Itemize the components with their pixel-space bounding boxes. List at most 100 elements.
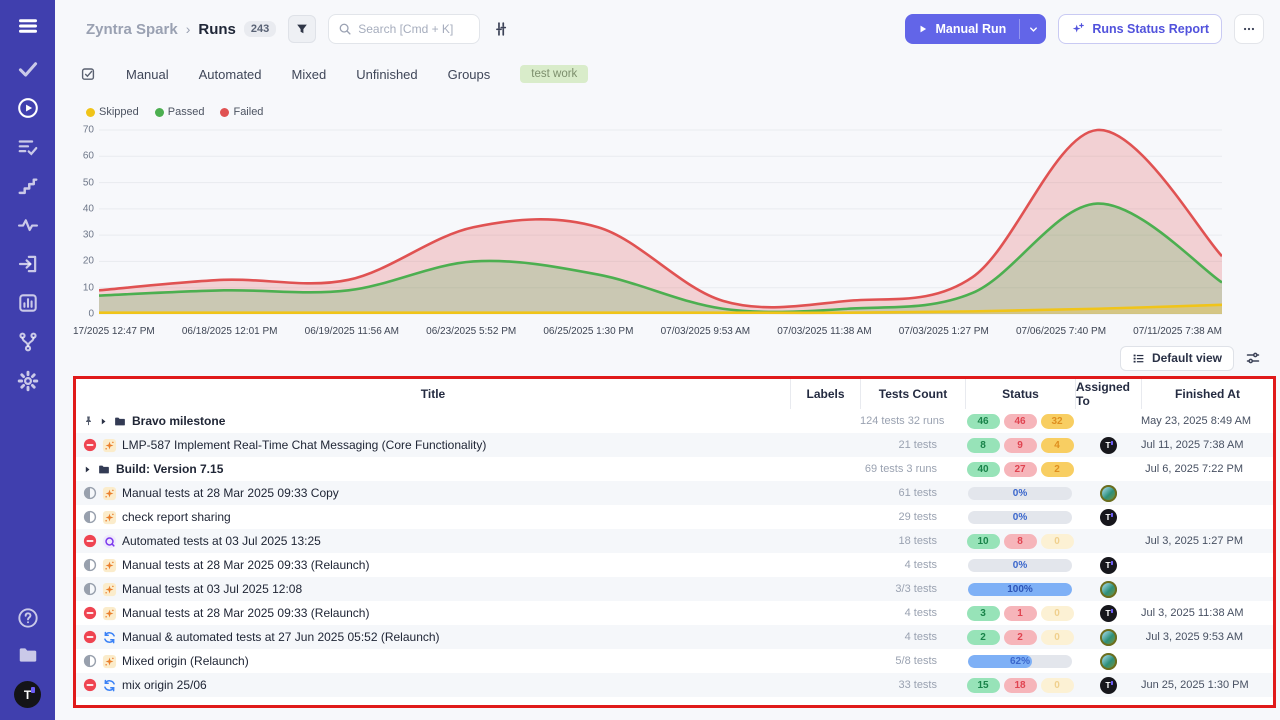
run-title[interactable]: Mixed origin (Relaunch): [122, 654, 249, 668]
failed-badge: 18: [1004, 678, 1037, 693]
list-check-icon[interactable]: [17, 136, 39, 158]
table-row[interactable]: Manual tests at 28 Mar 2025 09:33 (Relau…: [76, 601, 1273, 625]
default-view-button[interactable]: Default view: [1120, 346, 1234, 371]
column-header-tests-count[interactable]: Tests Count: [860, 379, 965, 409]
assignee-avatar[interactable]: [1100, 581, 1117, 598]
run-title-cell[interactable]: LMP-587 Implement Real-Time Chat Messagi…: [76, 438, 790, 453]
run-title-cell[interactable]: Bravo milestone: [76, 414, 790, 428]
run-title[interactable]: Manual tests at 28 Mar 2025 09:33 (Relau…: [122, 606, 369, 620]
assignee-avatar[interactable]: T: [1100, 509, 1117, 526]
tab-unfinished[interactable]: Unfinished: [356, 67, 417, 82]
status-cell: 310: [965, 606, 1075, 621]
assignee-avatar[interactable]: T: [1100, 437, 1117, 454]
assigned-to-cell: T: [1075, 509, 1141, 526]
tag-test-work[interactable]: test work: [520, 65, 588, 83]
filter-button[interactable]: [288, 15, 316, 43]
tab-mixed[interactable]: Mixed: [292, 67, 327, 82]
hamburger-menu-icon[interactable]: [16, 14, 40, 38]
table-row[interactable]: Build: Version 7.1569 tests 3 runs40272J…: [76, 457, 1273, 481]
branch-icon[interactable]: [17, 331, 39, 353]
manual-run-dropdown[interactable]: [1020, 14, 1046, 44]
skipped-badge: 0: [1041, 630, 1074, 645]
table-row[interactable]: Manual tests at 28 Mar 2025 09:33 Copy61…: [76, 481, 1273, 505]
run-title-cell[interactable]: Build: Version 7.15: [76, 462, 790, 476]
folder-icon[interactable]: [17, 644, 39, 666]
run-title-cell[interactable]: Automated tests at 03 Jul 2025 13:25: [76, 534, 790, 549]
table-row[interactable]: Automated tests at 03 Jul 2025 13:25 18 t…: [76, 529, 1273, 553]
tab-manual[interactable]: Manual: [126, 67, 169, 82]
run-title[interactable]: Build: Version 7.15: [116, 462, 223, 476]
table-row[interactable]: Mixed origin (Relaunch)5/8 tests62%: [76, 649, 1273, 673]
assignee-avatar[interactable]: [1100, 629, 1117, 646]
assignee-avatar[interactable]: T: [1100, 557, 1117, 574]
run-title[interactable]: LMP-587 Implement Real-Time Chat Messagi…: [122, 438, 486, 452]
run-title[interactable]: check report sharing: [122, 510, 231, 524]
gear-icon[interactable]: [17, 370, 39, 392]
user-avatar[interactable]: T: [14, 681, 41, 708]
run-title-cell[interactable]: Manual & automated tests at 27 Jun 2025 …: [76, 630, 790, 645]
y-tick-label: 60: [83, 151, 94, 162]
stairs-icon[interactable]: [17, 175, 39, 197]
run-title[interactable]: Manual tests at 28 Mar 2025 09:33 (Relau…: [122, 558, 369, 572]
import-icon[interactable]: [17, 253, 39, 275]
x-tick-label: 07/06/2025 7:40 PM: [1016, 326, 1106, 340]
legend-passed[interactable]: Passed: [155, 106, 205, 118]
breadcrumb-project[interactable]: Zyntra Spark: [86, 21, 178, 38]
run-title-cell[interactable]: check report sharing: [76, 510, 790, 525]
run-title[interactable]: Bravo milestone: [132, 414, 225, 428]
run-title-cell[interactable]: Manual tests at 03 Jul 2025 12:08: [76, 582, 790, 597]
finished-at-cell: Jul 3, 2025 11:38 AM: [1141, 607, 1273, 619]
run-title[interactable]: Automated tests at 03 Jul 2025 13:25: [122, 534, 321, 548]
column-header-labels[interactable]: Labels: [790, 379, 860, 409]
legend-skipped[interactable]: Skipped: [86, 106, 139, 118]
run-title-cell[interactable]: Manual tests at 28 Mar 2025 09:33 (Relau…: [76, 558, 790, 573]
run-title-cell[interactable]: Manual tests at 28 Mar 2025 09:33 Copy: [76, 486, 790, 501]
more-actions-button[interactable]: [1234, 14, 1264, 44]
status-cell: 62%: [965, 655, 1075, 668]
run-title-cell[interactable]: mix origin 25/06: [76, 678, 790, 693]
assignee-avatar[interactable]: [1100, 653, 1117, 670]
bar-chart-icon[interactable]: [17, 292, 39, 314]
tests-count-cell: 29 tests: [860, 511, 965, 523]
table-row[interactable]: Manual tests at 03 Jul 2025 12:083/3 tes…: [76, 577, 1273, 601]
runs-status-report-button[interactable]: Runs Status Report: [1058, 14, 1222, 44]
column-header-assigned-to[interactable]: Assigned To: [1075, 379, 1141, 409]
tab-groups[interactable]: Groups: [448, 67, 491, 82]
table-row[interactable]: Manual tests at 28 Mar 2025 09:33 (Relau…: [76, 553, 1273, 577]
select-runs-icon[interactable]: [80, 66, 96, 82]
play-icon: [918, 24, 928, 34]
table-row[interactable]: Bravo milestone124 tests 32 runs464632Ma…: [76, 409, 1273, 433]
table-row[interactable]: check report sharing29 tests0%T: [76, 505, 1273, 529]
help-icon[interactable]: [17, 607, 39, 629]
assignee-avatar[interactable]: [1100, 485, 1117, 502]
column-header-status[interactable]: Status: [965, 379, 1075, 409]
play-circle-icon[interactable]: [17, 97, 39, 119]
expand-chevron-icon[interactable]: [99, 417, 108, 426]
table-settings-icon[interactable]: [1245, 350, 1261, 366]
run-title[interactable]: mix origin 25/06: [122, 678, 207, 692]
run-title-cell[interactable]: Manual tests at 28 Mar 2025 09:33 (Relau…: [76, 606, 790, 621]
run-title[interactable]: Manual tests at 28 Mar 2025 09:33 Copy: [122, 486, 339, 500]
chart-plot[interactable]: [99, 122, 1222, 320]
table-row[interactable]: mix origin 25/0633 tests15180TJun 25, 20…: [76, 673, 1273, 697]
expand-chevron-icon[interactable]: [83, 465, 92, 474]
pulse-icon[interactable]: [17, 214, 39, 236]
assignee-avatar[interactable]: T: [1100, 677, 1117, 694]
check-icon[interactable]: [17, 58, 39, 80]
progress-bar: 0%: [968, 559, 1072, 572]
tab-automated[interactable]: Automated: [199, 67, 262, 82]
manual-run-button[interactable]: Manual Run: [905, 14, 1046, 44]
adjustments-icon[interactable]: [492, 20, 510, 38]
legend-failed[interactable]: Failed: [220, 106, 263, 118]
search-input[interactable]: [358, 22, 470, 36]
table-row[interactable]: Manual & automated tests at 27 Jun 2025 …: [76, 625, 1273, 649]
run-title-cell[interactable]: Mixed origin (Relaunch): [76, 654, 790, 669]
run-title[interactable]: Manual tests at 03 Jul 2025 12:08: [122, 582, 302, 596]
column-header-title[interactable]: Title: [76, 379, 790, 409]
y-tick-label: 40: [83, 203, 94, 214]
table-row[interactable]: LMP-587 Implement Real-Time Chat Messagi…: [76, 433, 1273, 457]
assignee-avatar[interactable]: T: [1100, 605, 1117, 622]
column-header-finished-at[interactable]: Finished At: [1141, 379, 1273, 409]
run-title[interactable]: Manual & automated tests at 27 Jun 2025 …: [122, 630, 440, 644]
tests-count-cell: 18 tests: [860, 535, 965, 547]
